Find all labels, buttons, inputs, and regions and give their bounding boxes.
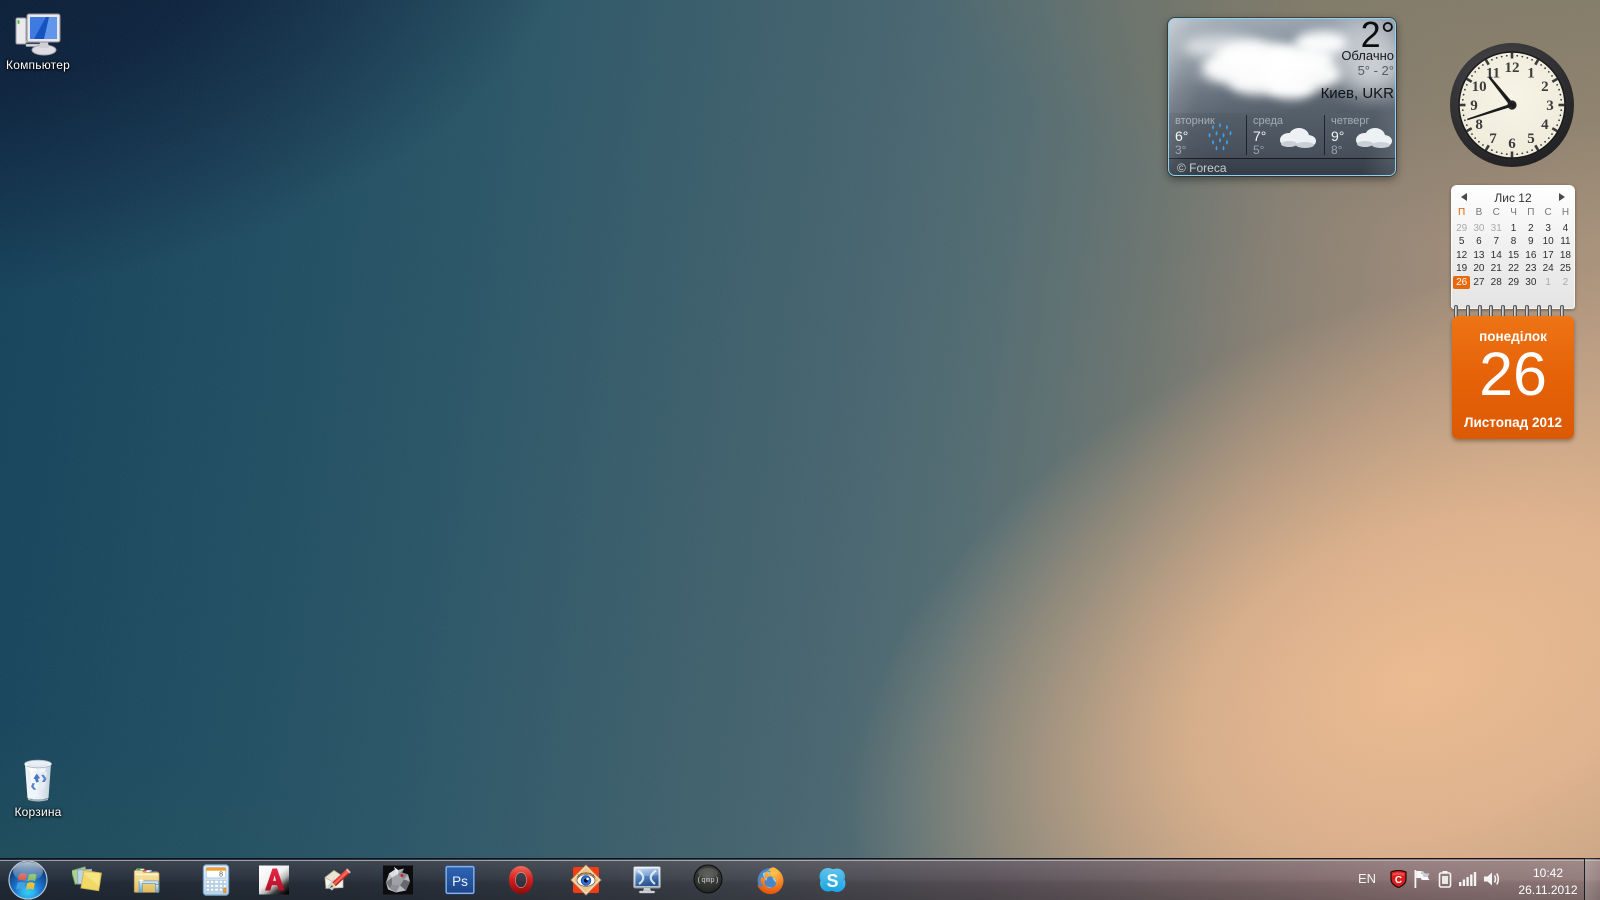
svg-text:3: 3: [1546, 98, 1554, 114]
svg-text:5: 5: [1527, 131, 1535, 147]
svg-text:9: 9: [1470, 98, 1478, 114]
svg-text:11: 11: [1486, 65, 1500, 81]
svg-text:1: 1: [1527, 65, 1535, 81]
svg-text:4: 4: [1541, 117, 1549, 133]
svg-text:7: 7: [1489, 131, 1497, 147]
svg-text:S: S: [826, 871, 838, 891]
svg-text:8: 8: [219, 871, 223, 879]
svg-text:6: 6: [1508, 136, 1516, 152]
svg-text:(qmp): (qmp): [697, 877, 720, 885]
svg-text:Ps: Ps: [452, 874, 468, 889]
svg-text:8: 8: [1475, 117, 1483, 133]
svg-text:12: 12: [1505, 60, 1520, 76]
svg-text:10: 10: [1472, 79, 1487, 95]
svg-text:2: 2: [1541, 79, 1549, 95]
svg-text:C: C: [1395, 875, 1402, 886]
